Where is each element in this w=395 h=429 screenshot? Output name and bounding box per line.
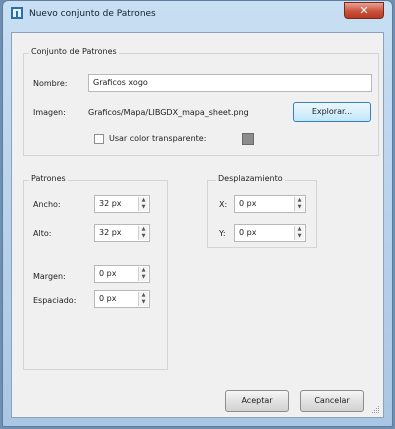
ok-button[interactable]: Aceptar (225, 390, 289, 412)
spin-down-icon[interactable]: ▼ (139, 274, 148, 281)
dialog-body: Conjunto de Patrones Nombre: Graficos xo… (11, 32, 384, 418)
spin-up-icon[interactable]: ▲ (139, 292, 148, 299)
offset-x-spinbox[interactable]: 0 px ▲ ▼ (234, 195, 306, 213)
height-spinbox[interactable]: 32 px ▲ ▼ (94, 224, 150, 242)
spacing-spinbox[interactable]: 0 px ▲ ▼ (94, 290, 150, 308)
width-spinbox[interactable]: 32 px ▲ ▼ (94, 195, 150, 213)
spin-up-icon[interactable]: ▲ (139, 267, 148, 274)
offset-y-spinbox[interactable]: 0 px ▲ ▼ (234, 224, 306, 242)
image-path: Graficos/Mapa/LIBGDX_mapa_sheet.png (88, 108, 249, 117)
spin-down-icon[interactable]: ▼ (139, 204, 148, 211)
spin-down-icon[interactable]: ▼ (139, 233, 148, 240)
name-field[interactable]: Graficos xogo (88, 74, 372, 92)
offset-y-value: 0 px (239, 228, 257, 237)
width-value: 32 px (99, 199, 122, 208)
spin-up-icon[interactable]: ▲ (139, 197, 148, 204)
name-label: Nombre: (33, 79, 68, 88)
offset-y-spin-arrows[interactable]: ▲ ▼ (294, 226, 304, 240)
spin-up-icon[interactable]: ▲ (295, 226, 304, 233)
width-spin-arrows[interactable]: ▲ ▼ (138, 197, 148, 211)
spin-up-icon[interactable]: ▲ (139, 226, 148, 233)
image-label: Imagen: (33, 108, 66, 117)
cancel-button[interactable]: Cancelar (300, 390, 364, 412)
browse-button-label: Explorar... (311, 107, 353, 116)
offset-x-spin-arrows[interactable]: ▲ ▼ (294, 197, 304, 211)
tiles-group-title: Patrones (29, 174, 68, 183)
transparent-color-swatch[interactable] (242, 133, 254, 145)
resize-grip-icon[interactable] (372, 406, 380, 414)
cancel-button-label: Cancelar (314, 396, 350, 405)
margin-value: 0 px (99, 269, 117, 278)
spacing-spin-arrows[interactable]: ▲ ▼ (138, 292, 148, 306)
browse-button[interactable]: Explorar... (293, 102, 371, 122)
margin-spin-arrows[interactable]: ▲ ▼ (138, 267, 148, 281)
close-button[interactable]: ✕ (344, 2, 384, 19)
spin-up-icon[interactable]: ▲ (295, 197, 304, 204)
height-spin-arrows[interactable]: ▲ ▼ (138, 226, 148, 240)
transparent-color-checkbox[interactable] (94, 134, 104, 144)
dialog-window: Nuevo conjunto de Patrones ✕ Conjunto de… (2, 0, 393, 427)
margin-spinbox[interactable]: 0 px ▲ ▼ (94, 265, 150, 283)
width-label: Ancho: (33, 200, 61, 209)
transparent-color-label: Usar color transparente: (109, 134, 207, 143)
offset-x-value: 0 px (239, 199, 257, 208)
tiled-app-icon (11, 7, 23, 19)
height-label: Alto: (33, 229, 52, 238)
offset-group-title: Desplazamiento (216, 174, 285, 183)
offset-x-label: X: (219, 200, 228, 209)
close-icon: ✕ (359, 4, 369, 17)
spacing-label: Espaciado: (33, 296, 77, 305)
offset-y-label: Y: (219, 229, 226, 238)
spacing-value: 0 px (99, 294, 117, 303)
spin-down-icon[interactable]: ▼ (139, 299, 148, 306)
tileset-group-title: Conjunto de Patrones (29, 47, 119, 56)
spin-down-icon[interactable]: ▼ (295, 204, 304, 211)
height-value: 32 px (99, 228, 122, 237)
window-title: Nuevo conjunto de Patrones (29, 9, 156, 19)
margin-label: Margen: (33, 272, 66, 281)
ok-button-label: Aceptar (241, 396, 273, 405)
title-bar[interactable]: Nuevo conjunto de Patrones ✕ (3, 1, 392, 27)
spin-down-icon[interactable]: ▼ (295, 233, 304, 240)
